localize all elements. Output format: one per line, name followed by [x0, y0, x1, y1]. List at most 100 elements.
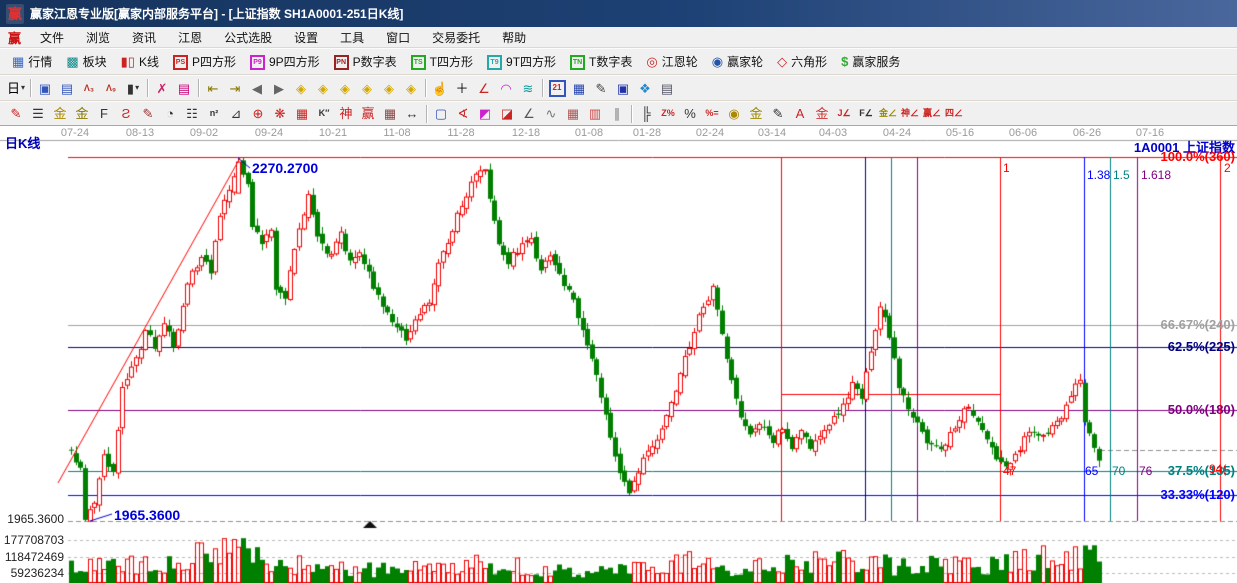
tool-gold-line-tool[interactable]: 金 — [745, 104, 767, 124]
tool-calculator[interactable]: ▦ — [568, 78, 590, 98]
tool-fan-lines[interactable]: ∢ — [452, 104, 474, 124]
tool-crosshair[interactable]: ＋ — [451, 78, 473, 98]
tool-first-page[interactable]: ⇤ — [202, 78, 224, 98]
tool-k-tool[interactable]: K″ — [313, 104, 335, 124]
tool-info-board[interactable]: ▤ — [56, 78, 78, 98]
menu-item-6[interactable]: 工具 — [329, 27, 375, 48]
tool-scribble-tool[interactable]: ≋ — [517, 78, 539, 98]
tool-angle-tool[interactable]: ∠ — [473, 78, 495, 98]
tool-print[interactable]: ▤ — [656, 78, 678, 98]
menu-item-5[interactable]: 设置 — [283, 27, 329, 48]
tool-fan-box-2[interactable]: ◪ — [496, 104, 518, 124]
tool-j-angle[interactable]: J∠ — [833, 104, 855, 124]
tool-f-angle[interactable]: F∠ — [855, 104, 877, 124]
tool-gold-circle[interactable]: ◉ — [723, 104, 745, 124]
tool-four-angle[interactable]: 四∠ — [943, 104, 965, 124]
button-winner-service[interactable]: $赢家服务 — [834, 51, 907, 72]
menu-item-7[interactable]: 窗口 — [375, 27, 421, 48]
button-p-number-table[interactable]: PNP数字表 — [327, 51, 404, 72]
button-kline[interactable]: ▮▯K线 — [114, 51, 166, 72]
menu-item-2[interactable]: 资讯 — [121, 27, 167, 48]
menu-item-8[interactable]: 交易委托 — [421, 27, 491, 48]
tool-grid-red-gray[interactable]: ▦ — [562, 104, 584, 124]
tool-candle-style[interactable]: ▮▾ — [122, 78, 144, 98]
tool-expand-h[interactable]: ◈ — [334, 78, 356, 98]
button-hexagon[interactable]: ◇六角形 — [770, 51, 834, 72]
menu-item-0[interactable]: 文件 — [29, 27, 75, 48]
tool-shen-lines[interactable]: 神 — [335, 104, 357, 124]
tool-a-split[interactable]: A — [789, 104, 811, 124]
tool-notes[interactable]: ✎ — [590, 78, 612, 98]
button-sectors[interactable]: ▩板块 — [59, 51, 113, 72]
tool-mirror-angle[interactable]: ⊿ — [225, 104, 247, 124]
button-9t-square[interactable]: T99T四方形 — [480, 51, 563, 72]
tool-select-box[interactable]: ▢ — [430, 104, 452, 124]
tool-draw-pencil-2[interactable]: ✎ — [137, 104, 159, 124]
tool-grid-red[interactable]: ▥ — [584, 104, 606, 124]
tool-f-lines[interactable]: F — [93, 104, 115, 124]
tool-gold-hlines[interactable]: 金 — [49, 104, 71, 124]
tool-arch-tool[interactable]: ◠ — [495, 78, 517, 98]
p-square-icon: PS — [173, 53, 188, 70]
menu-item-1[interactable]: 浏览 — [75, 27, 121, 48]
tool-number-grid[interactable]: ▦ — [379, 104, 401, 124]
tool-clear-drawings[interactable]: ✗ — [151, 78, 173, 98]
tool-compress-h[interactable]: ◈ — [356, 78, 378, 98]
tool-wave-9[interactable]: Λ₉ — [100, 78, 122, 98]
tool-wave-3[interactable]: Λ₃ — [78, 78, 100, 98]
tool-spiral[interactable]: Ƨ — [115, 104, 137, 124]
menu-item-3[interactable]: 江恩 — [167, 27, 213, 48]
tool-spider-web[interactable]: ❋ — [269, 104, 291, 124]
tool-period-day[interactable]: 日▾ — [5, 78, 27, 98]
title-bar: 赢 赢家江恩专业版[赢家内部服务平台] - [上证指数 SH1A0001-251… — [0, 0, 1237, 27]
tool-percent-lines[interactable]: %= — [701, 104, 723, 124]
tool-width-measure[interactable]: ↔ — [401, 104, 423, 124]
chart-area: 日K线 1A0001 上证指数 07-2408-1309-0209-2410-2… — [0, 126, 1237, 583]
tool-draw-pencil[interactable]: ✎ — [5, 104, 27, 124]
tool-n-square[interactable]: n² — [203, 104, 225, 124]
tool-save[interactable]: ▣ — [612, 78, 634, 98]
tool-zoom-left[interactable]: ◈ — [290, 78, 312, 98]
tool-color-levels[interactable]: ▤ — [173, 78, 195, 98]
tool-zone-select[interactable]: ▣ — [34, 78, 56, 98]
tool-percent-z[interactable]: Z% — [657, 104, 679, 124]
button-label: P四方形 — [192, 53, 236, 70]
tool-trend-angle[interactable]: ∠ — [518, 104, 540, 124]
menu-item-4[interactable]: 公式选股 — [213, 27, 283, 48]
tool-zoom-right[interactable]: ◈ — [312, 78, 334, 98]
menu-item-9[interactable]: 帮助 — [491, 27, 537, 48]
tool-grid-box-red[interactable]: ▦ — [291, 104, 313, 124]
tool-zigzag[interactable]: ∿ — [540, 104, 562, 124]
tool-net-tools[interactable]: ❖ — [634, 78, 656, 98]
tool-last-page[interactable]: ⇥ — [224, 78, 246, 98]
button-9p-square[interactable]: P99P四方形 — [243, 51, 327, 72]
button-t-square[interactable]: TST四方形 — [404, 51, 480, 72]
tool-expand-all[interactable]: ◈ — [378, 78, 400, 98]
tool-drag-hand[interactable]: ☝ — [429, 78, 451, 98]
tool-parallel-lines[interactable]: ∥ — [606, 104, 628, 124]
button-p-square[interactable]: PSP四方形 — [166, 51, 243, 72]
tool-gold-angle[interactable]: 金∠ — [877, 104, 899, 124]
tool-price-ruler[interactable]: ╠ — [635, 104, 657, 124]
tool-brush[interactable]: ✎ — [767, 104, 789, 124]
tool-compress-all[interactable]: ◈ — [400, 78, 422, 98]
button-gann-wheel[interactable]: ◎江恩轮 — [639, 51, 704, 72]
tool-fan-box[interactable]: ◩ — [474, 104, 496, 124]
tool-prev-page[interactable]: ◀ — [246, 78, 268, 98]
tool-time-cycle[interactable]: ◔ — [159, 104, 181, 124]
tool-gold-hlines-2[interactable]: 金 — [71, 104, 93, 124]
tool-win-angle[interactable]: 赢∠ — [921, 104, 943, 124]
button-t-number-table[interactable]: TNT数字表 — [563, 51, 639, 72]
button-market-quotes[interactable]: ▦行情 — [5, 51, 59, 72]
tool-shen-angle[interactable]: 神∠ — [899, 104, 921, 124]
tool-percent[interactable]: % — [679, 104, 701, 124]
tool-gann-hlines[interactable]: ☰ — [27, 104, 49, 124]
tool-calendar[interactable]: 21 — [546, 78, 568, 98]
price-volume-chart-canvas[interactable] — [0, 126, 1237, 583]
tool-gold-underline[interactable]: 金 — [811, 104, 833, 124]
tool-line-group[interactable]: ☷ — [181, 104, 203, 124]
tool-gann-circle[interactable]: ⊕ — [247, 104, 269, 124]
tool-next-page[interactable]: ▶ — [268, 78, 290, 98]
button-winner-wheel[interactable]: ◉赢家轮 — [705, 51, 770, 72]
tool-win-lines[interactable]: 赢 — [357, 104, 379, 124]
